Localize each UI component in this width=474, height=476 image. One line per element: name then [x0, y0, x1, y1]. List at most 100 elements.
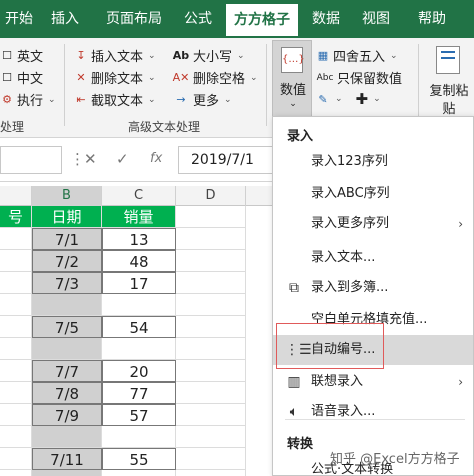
cell-a[interactable]	[0, 228, 32, 250]
confirm-icon[interactable]: ✓	[116, 150, 129, 168]
fx-icon[interactable]: fx	[150, 151, 162, 166]
delete-text-button[interactable]: ✕ 删除文本 ⌄	[74, 68, 155, 87]
cell-a[interactable]	[0, 272, 32, 294]
english-button[interactable]: ☐ 英文	[0, 46, 43, 65]
remove-space-button[interactable]: A✕ 删除空格 ⌄	[172, 68, 258, 87]
keep-number-button[interactable]: Abc 只保留数值	[316, 68, 402, 87]
cell-d[interactable]	[176, 272, 246, 294]
number-button[interactable]: {…} 数值 ⌄	[272, 40, 312, 118]
cell-a[interactable]	[0, 426, 32, 448]
column-header-c[interactable]: C	[102, 186, 176, 206]
cell-date[interactable]: 7/2	[32, 250, 102, 272]
cell-date[interactable]	[32, 338, 102, 360]
abc-icon: Abc	[316, 72, 334, 83]
menu-item-9[interactable]: 语音录入... 🔈︎	[273, 397, 473, 427]
cell-d[interactable]	[176, 382, 246, 404]
cell-date[interactable]: 7/7	[32, 360, 102, 382]
name-box[interactable]	[0, 146, 62, 174]
cell-date[interactable]: 7/3	[32, 272, 102, 294]
cell-date[interactable]: 7/1	[32, 228, 102, 250]
cell-d[interactable]	[176, 360, 246, 382]
extract-text-label: 截取文本	[91, 94, 144, 109]
cell-d[interactable]	[176, 404, 246, 426]
copy-paste-button[interactable]: 复制粘 贴	[424, 40, 474, 118]
divider	[285, 419, 465, 420]
cell-a[interactable]	[0, 448, 32, 470]
cell-d[interactable]	[176, 426, 246, 448]
cell-sales[interactable]: 17	[102, 272, 176, 294]
chevron-right-icon: ›	[458, 375, 463, 389]
cell-sales[interactable]	[102, 470, 176, 476]
cell-d[interactable]	[176, 250, 246, 272]
cell-sales[interactable]: 54	[102, 316, 176, 338]
cell-a[interactable]	[0, 470, 32, 476]
edit-icon: ✎	[318, 92, 328, 106]
edit-button[interactable]: ✎ ⌄ ✚ ⌄	[316, 90, 380, 108]
case-icon: Ab	[172, 49, 190, 62]
header-cell-number[interactable]: 号	[0, 206, 32, 228]
cell-date[interactable]	[32, 294, 102, 316]
cell-a[interactable]	[0, 360, 32, 382]
cell-sales[interactable]: 20	[102, 360, 176, 382]
execute-button[interactable]: ⚙ 执行 ⌄	[0, 90, 56, 109]
cell-d[interactable]	[176, 338, 246, 360]
menu-item-label: 录入更多序列	[311, 216, 390, 231]
tab-view[interactable]: 视图	[356, 0, 396, 38]
cell-date[interactable]: 7/8	[32, 382, 102, 404]
cancel-icon[interactable]: ✕	[84, 150, 97, 168]
number-label: 数值	[279, 83, 306, 98]
cell-d[interactable]	[176, 316, 246, 338]
chinese-button[interactable]: ☐ 中文	[0, 68, 43, 87]
cell-d[interactable]	[176, 228, 246, 250]
cell-d[interactable]	[176, 206, 246, 228]
column-header-b[interactable]: B	[32, 186, 102, 206]
tab-page-layout[interactable]: 页面布局	[100, 0, 168, 38]
cell-sales[interactable]: 77	[102, 382, 176, 404]
menu-item-1[interactable]: 录入123序列	[273, 147, 473, 177]
menu-item-4[interactable]: 录入文本...	[273, 243, 473, 273]
cell-a[interactable]	[0, 404, 32, 426]
extract-text-button[interactable]: ⇤ 截取文本 ⌄	[74, 90, 155, 109]
cell-sales[interactable]: 57	[102, 404, 176, 426]
tab-home[interactable]: 开始	[0, 0, 38, 38]
cell-date[interactable]: 7/9	[32, 404, 102, 426]
cell-sales[interactable]: 13	[102, 228, 176, 250]
cell-date[interactable]: 7/5	[32, 316, 102, 338]
cell-a[interactable]	[0, 250, 32, 272]
number-icon: {…}	[281, 47, 305, 73]
header-cell-sales[interactable]: 销量	[102, 206, 176, 228]
more-button[interactable]: → 更多 ⌄	[172, 90, 231, 109]
cell-d[interactable]	[176, 470, 246, 476]
column-header-d[interactable]: D	[176, 186, 246, 206]
ribbon-tab-bar: 开始 插入 页面布局 公式 方方格子 数据 视图 帮助	[0, 0, 474, 38]
cell-sales[interactable]	[102, 426, 176, 448]
cell-date[interactable]: 7/11	[32, 448, 102, 470]
cell-date[interactable]	[32, 470, 102, 476]
tab-fangfang[interactable]: 方方格子	[226, 4, 298, 38]
cell-sales[interactable]: 48	[102, 250, 176, 272]
cell-d[interactable]	[176, 294, 246, 316]
round-button[interactable]: ▦ 四舍五入 ⌄	[316, 46, 398, 65]
insert-text-button[interactable]: ↧ 插入文本 ⌄	[74, 46, 155, 65]
case-button[interactable]: Ab 大小写 ⌄	[172, 46, 245, 65]
cell-a[interactable]	[0, 294, 32, 316]
cell-sales[interactable]	[102, 294, 176, 316]
cell-d[interactable]	[176, 448, 246, 470]
tab-formulas[interactable]: 公式	[178, 0, 218, 38]
tab-insert[interactable]: 插入	[44, 0, 86, 38]
menu-item-2[interactable]: 录入ABC序列	[273, 179, 473, 209]
cell-a[interactable]	[0, 338, 32, 360]
cell-date[interactable]	[32, 426, 102, 448]
tab-data[interactable]: 数据	[306, 0, 346, 38]
column-header-a[interactable]	[0, 186, 32, 206]
cell-sales[interactable]: 55	[102, 448, 176, 470]
tab-help[interactable]: 帮助	[412, 0, 452, 38]
header-cell-date[interactable]: 日期	[32, 206, 102, 228]
menu-item-5[interactable]: 录入到多簿... ⧉	[273, 273, 473, 303]
menu-item-8[interactable]: 联想录入 ▥ ›	[273, 367, 473, 397]
english-label: 英文	[17, 50, 44, 65]
cell-sales[interactable]	[102, 338, 176, 360]
cell-a[interactable]	[0, 382, 32, 404]
cell-a[interactable]	[0, 316, 32, 338]
menu-item-3[interactable]: 录入更多序列 ›	[273, 209, 473, 239]
